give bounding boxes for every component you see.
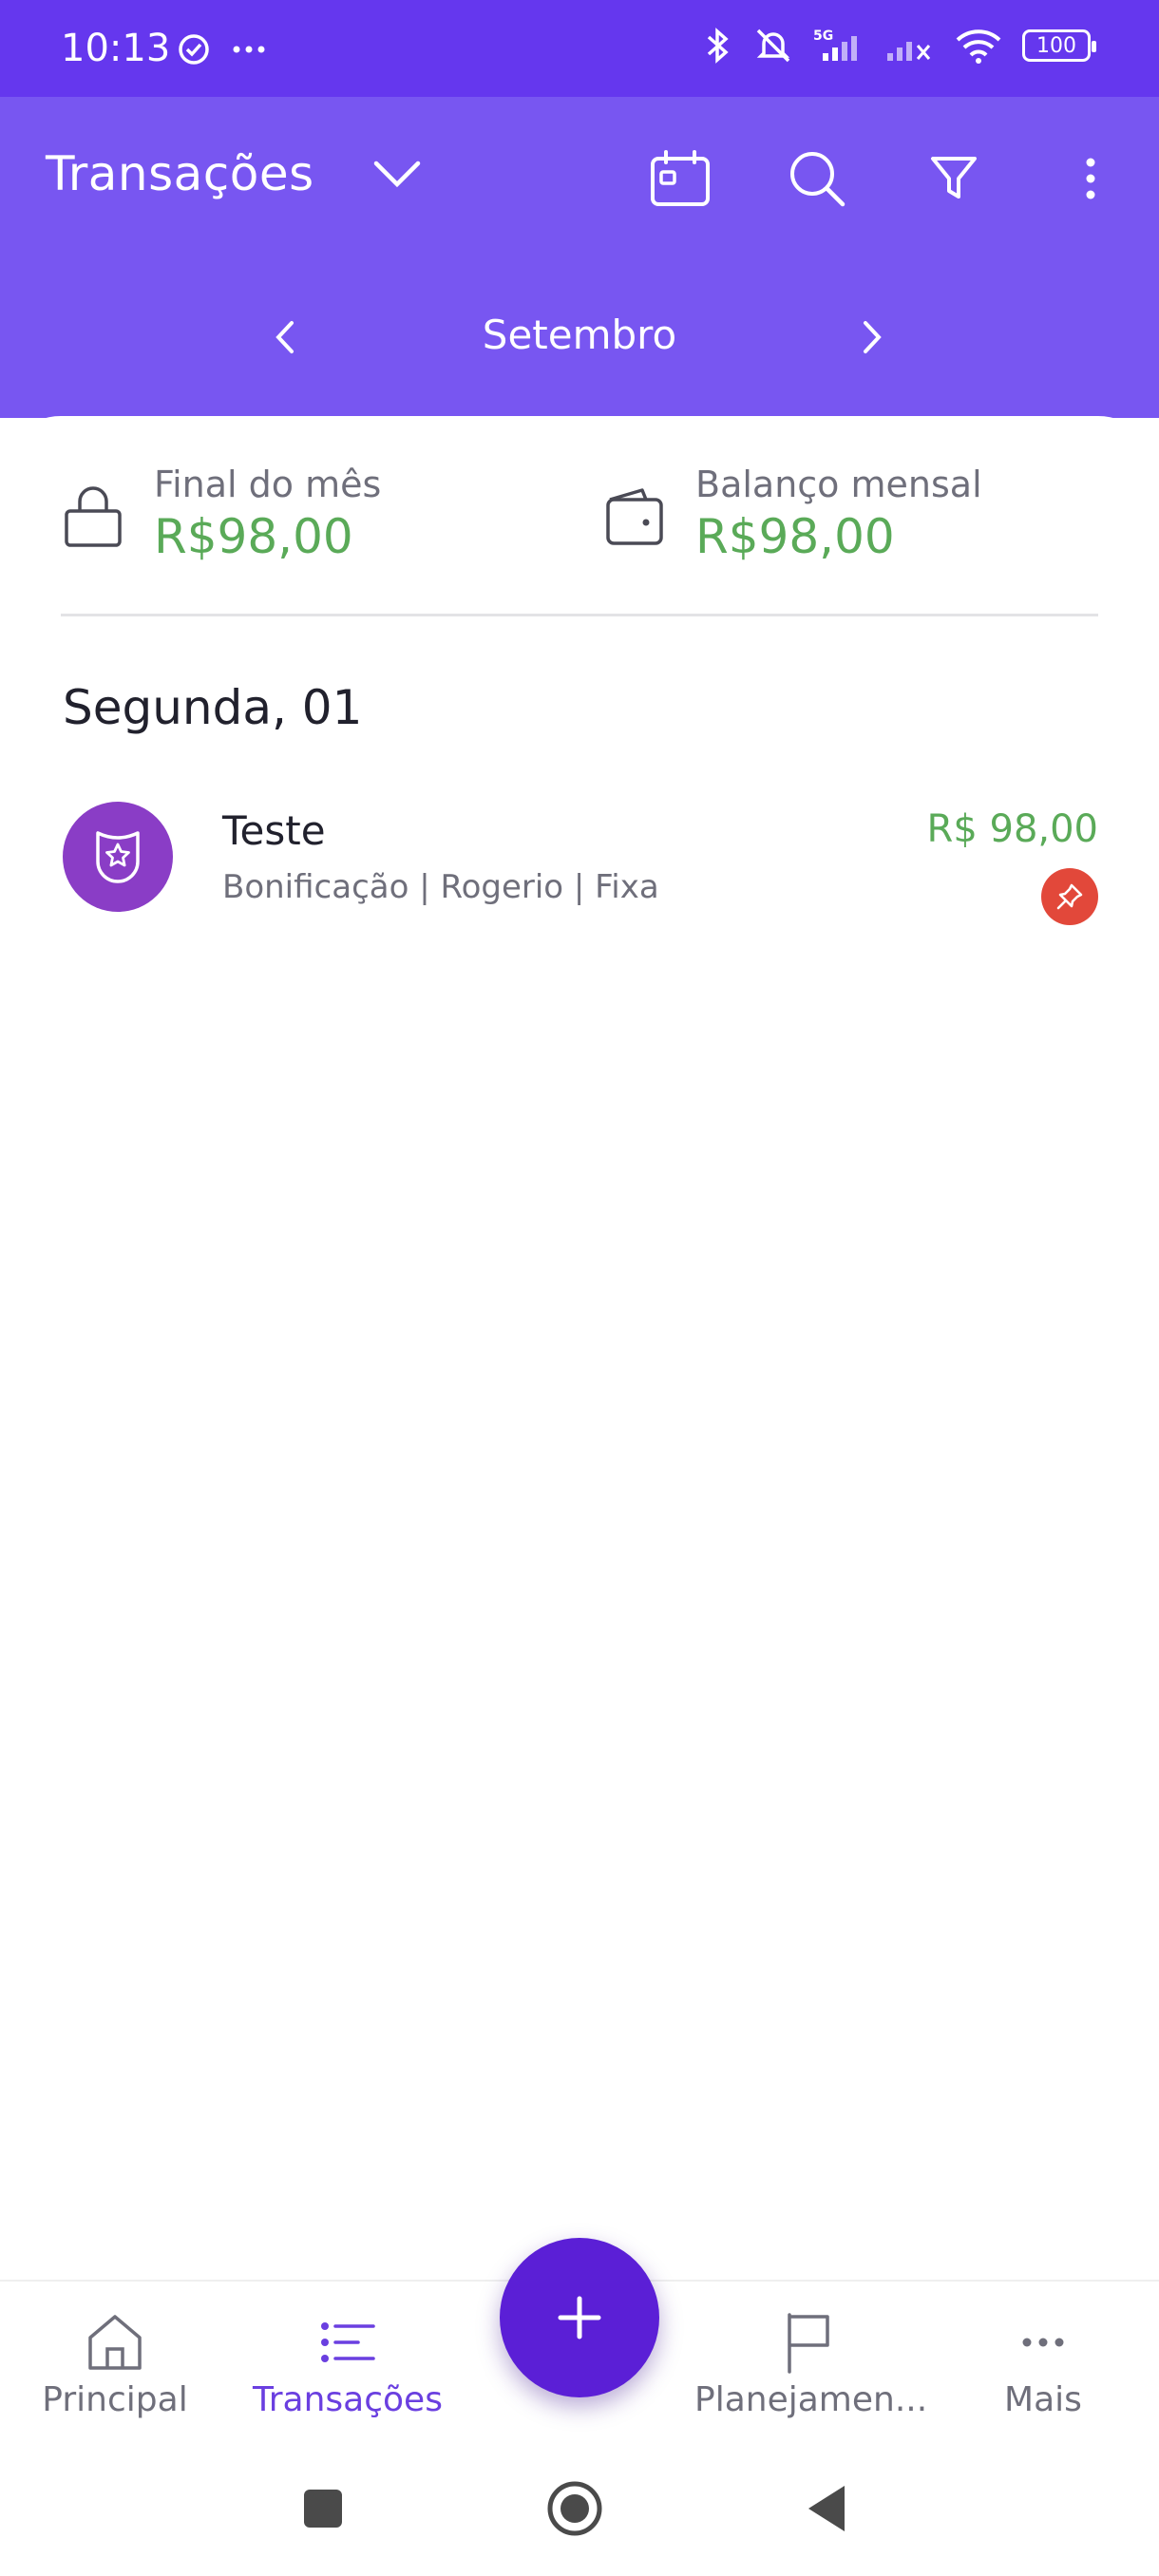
wifi-icon [956,29,1001,64]
monthly-balance-summary: Balanço mensal R$98,00 [604,464,1117,568]
end-of-month-summary: Final do mês R$98,00 [63,464,557,568]
nav-label-planejamento: Planejamen... [694,2380,928,2419]
status-notification-icons [177,32,266,66]
transaction-category-avatar [63,802,173,912]
transaction-details: Bonificação | Rogerio | Fixa [222,868,659,906]
add-transaction-button[interactable] [500,2238,659,2397]
back-system-button[interactable] [793,2475,860,2542]
nav-item-mais[interactable]: Mais [929,2308,1157,2432]
home-circle-icon [547,2481,602,2536]
status-bar: 10:13 5G 100 [0,0,1159,97]
recent-apps-button[interactable] [290,2475,356,2542]
end-of-month-value: R$98,00 [154,509,353,564]
chevron-right-icon [864,321,882,353]
transaction-row[interactable]: Teste Bonificação | Rogerio | Fixa R$ 98… [0,802,1159,925]
status-time: 10:13 [61,27,171,70]
svg-text:5G: 5G [813,28,833,44]
flag-icon [788,2313,829,2374]
month-navigator: Setembro [0,304,1159,370]
list-icon [321,2322,375,2362]
transaction-amount: R$ 98,00 [926,807,1098,851]
nav-item-principal[interactable]: Principal [1,2308,229,2432]
system-navigation-bar [0,2441,1159,2576]
day-header: Segunda, 01 [63,680,363,735]
filter-icon [931,157,977,199]
summary-divider [61,614,1098,616]
page-title: Transações [46,146,314,201]
badge-star-icon [96,831,140,883]
transaction-title: Teste [222,807,326,854]
app-bar: Transações Setembro [0,97,1159,418]
home-system-button[interactable] [542,2475,608,2542]
muted-bell-icon [756,28,790,63]
calendar-button[interactable] [646,144,714,213]
overflow-menu-button[interactable] [1056,144,1125,213]
monthly-balance-value: R$98,00 [695,509,895,564]
nav-label-transacoes: Transações [253,2380,443,2419]
more-dots-icon [233,46,265,53]
lock-icon [65,486,122,547]
filter-button[interactable] [920,144,988,213]
summary-row: Final do mês R$98,00 Balanço mensal R$98… [0,464,1159,564]
pinned-badge [1041,868,1098,925]
cellular-no-signal-icon [887,42,931,61]
monthly-balance-label: Balanço mensal [695,464,982,505]
cellular-5g-icon: 5G [813,28,857,61]
plus-icon [558,2296,601,2339]
search-icon [790,152,846,207]
content-sheet: Final do mês R$98,00 Balanço mensal R$98… [0,416,1159,2278]
next-month-button[interactable] [844,304,901,370]
chevron-down-icon [373,161,421,188]
search-button[interactable] [783,144,851,213]
back-triangle-icon [808,2486,845,2531]
square-icon [304,2490,342,2528]
nav-label-principal: Principal [42,2380,188,2419]
pin-icon [1056,883,1083,910]
previous-month-button[interactable] [256,304,314,370]
nav-label-mais: Mais [1004,2380,1082,2419]
end-of-month-label: Final do mês [154,464,382,505]
check-circle-icon [179,34,209,65]
chevron-left-icon [276,321,294,353]
more-horizontal-icon [1022,2338,1064,2347]
calendar-icon [651,150,710,206]
more-vertical-icon [1086,158,1095,199]
nav-item-planejamento[interactable]: Planejamen... [694,2308,928,2432]
home-icon [88,2315,142,2370]
bluetooth-icon [707,28,729,64]
nav-item-transacoes[interactable]: Transações [234,2308,462,2432]
wallet-icon [606,488,663,545]
title-dropdown-button[interactable] [372,158,422,196]
battery-icon: 100 [1022,29,1096,62]
status-system-icons: 5G 100 [701,27,1096,65]
current-month[interactable]: Setembro [390,312,770,358]
battery-level: 100 [1036,33,1076,58]
